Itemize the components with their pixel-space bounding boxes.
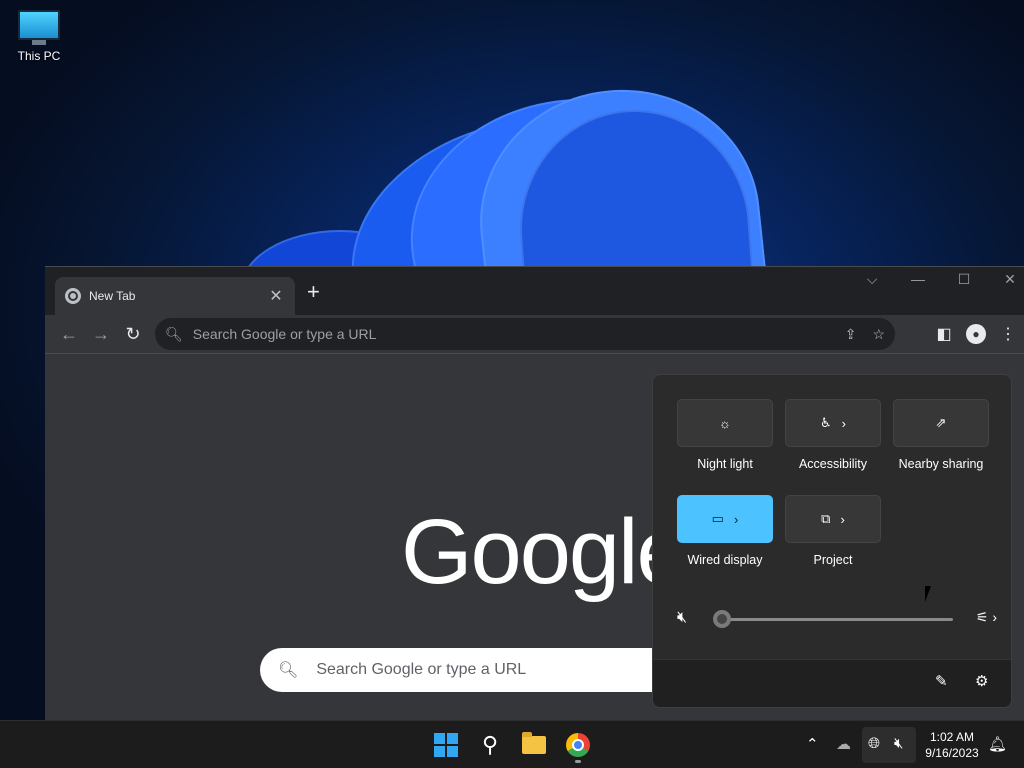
- wired-display-label: Wired display: [687, 553, 763, 567]
- nearby-sharing-tile[interactable]: ⇗: [893, 399, 989, 447]
- cast-icon: ▭: [711, 511, 724, 526]
- quick-settings-panel: ☼ Night light ♿︎ › Accessibility ⇗ Nearby…: [652, 374, 1012, 708]
- wallpaper-bloom: [180, 80, 820, 280]
- chevron-right-icon: ›: [841, 415, 846, 431]
- project-icon: ⧉: [821, 511, 831, 526]
- volume-mixer-icon[interactable]: ⚟ ›: [976, 609, 997, 626]
- chevron-right-icon: ›: [733, 511, 739, 527]
- monitor-icon: [18, 10, 60, 40]
- tab-strip: New Tab ✕ + ⌵ — ☐ ✕: [45, 267, 1024, 315]
- accessibility-label: Accessibility: [798, 457, 868, 471]
- chevron-right-icon: ›: [840, 511, 845, 527]
- reload-icon[interactable]: ↻: [117, 324, 149, 345]
- clock-date: 9/16/2023: [925, 746, 979, 760]
- share-page-icon[interactable]: ⇪: [845, 326, 857, 343]
- tab-title: New Tab: [89, 289, 136, 303]
- new-tab-button[interactable]: +: [307, 281, 320, 303]
- back-arrow-icon[interactable]: ←: [53, 324, 85, 345]
- running-indicator: [575, 760, 581, 763]
- chrome-icon: [566, 733, 590, 757]
- quick-settings-footer: ✎ ⚙: [653, 659, 1011, 707]
- omnibox[interactable]: 🔍︎ Search Google or type a URL ⇪ ☆: [155, 318, 895, 350]
- ntp-search-placeholder: Search Google or type a URL: [316, 661, 527, 678]
- windows-logo-icon: [434, 733, 458, 757]
- edit-pencil-icon[interactable]: ✎: [935, 672, 948, 690]
- clock[interactable]: 1:02 AM 9/16/2023: [914, 729, 990, 761]
- omnibox-input[interactable]: Search Google or type a URL: [193, 326, 829, 342]
- google-logo: Google: [401, 501, 688, 603]
- night-light-tile[interactable]: ☼: [677, 399, 773, 447]
- desktop-icon-label: This PC: [17, 49, 61, 63]
- search-icon: 🔍︎: [165, 325, 183, 342]
- clock-time: 1:02 AM: [929, 730, 975, 744]
- profile-button[interactable]: ●: [960, 324, 992, 344]
- settings-gear-icon[interactable]: ⚙: [975, 672, 988, 690]
- onedrive-cloud-icon[interactable]: ☁: [836, 735, 851, 753]
- project-tile[interactable]: ⧉ ›: [785, 495, 881, 543]
- night-light-label: Night light: [697, 457, 753, 471]
- search-icon: ⚲: [481, 732, 499, 757]
- browser-toolbar: ← → ↻ 🔍︎ Search Google or type a URL ⇪ ☆…: [45, 315, 1024, 353]
- volume-row: 🔇︎ ⚟ ›: [677, 607, 997, 631]
- start-button[interactable]: [432, 731, 460, 759]
- menu-kebab-icon[interactable]: ⋮: [992, 324, 1024, 344]
- maximize-button[interactable]: ☐: [941, 271, 987, 288]
- volume-muted-icon[interactable]: 🔇︎: [894, 735, 903, 752]
- this-pc-desktop-icon[interactable]: This PC: [10, 10, 68, 63]
- chrome-favicon-icon: [65, 288, 81, 304]
- night-light-icon: ☼: [719, 415, 731, 431]
- accessibility-tile[interactable]: ♿︎ ›: [785, 399, 881, 447]
- minimize-button[interactable]: —: [895, 271, 941, 287]
- search-icon: 🔍︎: [278, 662, 299, 679]
- forward-arrow-icon[interactable]: →: [85, 324, 117, 345]
- share-icon: ⇗: [935, 415, 947, 430]
- accessibility-icon: ♿︎: [820, 415, 832, 430]
- volume-slider-thumb[interactable]: [713, 610, 731, 628]
- tab-search-chevron-icon[interactable]: ⌵: [849, 271, 895, 288]
- bookmark-star-icon[interactable]: ☆: [872, 326, 885, 343]
- nearby-sharing-label: Nearby sharing: [898, 457, 984, 471]
- file-explorer-button[interactable]: [520, 731, 548, 759]
- wired-display-tile[interactable]: ▭ ›: [677, 495, 773, 543]
- project-label: Project: [813, 553, 853, 567]
- volume-slider-track[interactable]: [721, 618, 953, 621]
- side-panel-icon[interactable]: ◧: [928, 324, 960, 344]
- close-window-button[interactable]: ✕: [987, 271, 1024, 288]
- taskbar-search-button[interactable]: ⚲: [476, 731, 504, 759]
- avatar: ●: [966, 324, 986, 344]
- taskbar: ⚲ ⌃ ☁ 🌐︎ 🔇︎ 1:02 AM 9/16/2023 🔔︎: [0, 720, 1024, 768]
- close-tab-icon[interactable]: ✕: [267, 286, 285, 306]
- notification-bell-icon[interactable]: 🔔︎: [988, 735, 1007, 753]
- speaker-muted-icon[interactable]: 🔇︎: [677, 609, 687, 627]
- globe-network-icon[interactable]: 🌐︎: [868, 735, 880, 752]
- tab-new-tab[interactable]: New Tab ✕: [55, 277, 295, 315]
- folder-icon: [522, 732, 546, 754]
- mouse-cursor: [925, 586, 937, 602]
- chrome-taskbar-button[interactable]: [564, 731, 592, 759]
- show-hidden-icons-chevron-icon[interactable]: ⌃: [806, 735, 819, 753]
